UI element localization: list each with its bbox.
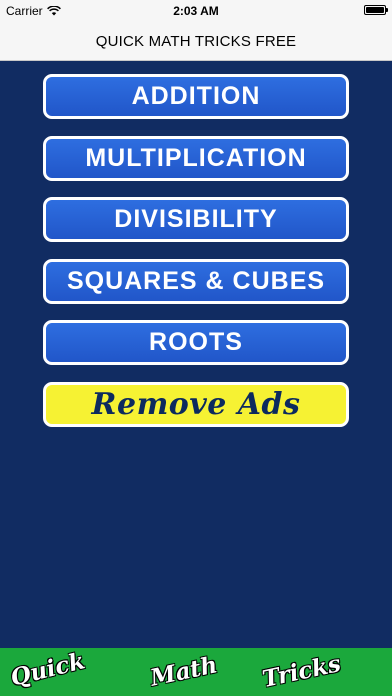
page-title: QUICK MATH TRICKS FREE <box>95 32 297 50</box>
addition-label: ADDITION <box>131 82 261 110</box>
banner-word-math: Math <box>147 651 220 692</box>
remove-ads-button[interactable]: Remove Ads <box>43 381 349 427</box>
quick-math-tricks-banner[interactable]: Quick Math Tricks <box>0 648 392 696</box>
squares-cubes-button[interactable]: SQUARES & CUBES <box>43 258 349 304</box>
nav-bar: QUICK MATH TRICKS FREE <box>0 22 392 61</box>
multiplication-label: MULTIPLICATION <box>85 143 307 172</box>
battery-icon <box>364 5 388 15</box>
clock: 2:03 AM <box>173 4 219 18</box>
roots-button[interactable]: ROOTS <box>43 320 349 365</box>
squares-cubes-label: SQUARES & CUBES <box>66 266 326 295</box>
banner-word-tricks: Tricks <box>260 650 344 693</box>
addition-button[interactable]: ADDITION <box>43 74 349 119</box>
divisibility-button[interactable]: DIVISIBILITY <box>43 197 349 242</box>
remove-ads-label: Remove Ads <box>91 386 301 422</box>
multiplication-button[interactable]: MULTIPLICATION <box>43 135 349 181</box>
divisibility-label: DIVISIBILITY <box>114 205 278 233</box>
status-bar: Carrier 2:03 AM <box>0 0 392 22</box>
banner-word-quick: Quick <box>7 648 88 692</box>
battery-level <box>366 7 384 13</box>
roots-label: ROOTS <box>149 328 243 356</box>
menu: ADDITION MULTIPLICATION DIVISIBILITY SQU… <box>43 74 349 443</box>
